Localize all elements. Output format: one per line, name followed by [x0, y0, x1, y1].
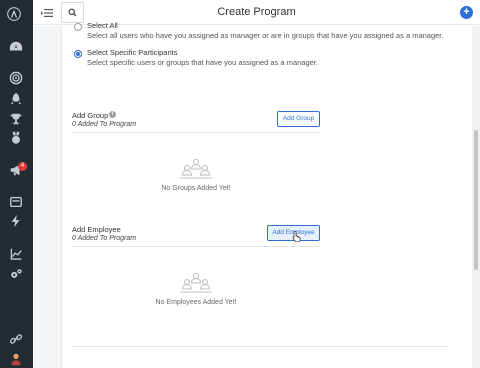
add-group-title: Add Group — [72, 111, 109, 120]
link-icon[interactable] — [9, 332, 23, 346]
trophy-icon[interactable] — [9, 112, 23, 126]
program-form — [61, 26, 472, 368]
select-specific-description: Select specific users or groups that hav… — [87, 58, 318, 67]
groups-added-count: 0 Added To Program — [72, 121, 137, 128]
target-icon[interactable] — [9, 71, 23, 85]
sidebar: 4 — [0, 0, 33, 368]
employees-empty-message: No Employees Added Yet! — [155, 299, 237, 306]
logo-icon[interactable] — [7, 7, 21, 21]
people-group-icon — [179, 158, 213, 180]
select-all-radio[interactable] — [74, 23, 82, 31]
divider — [72, 246, 320, 247]
info-icon[interactable]: i — [109, 111, 116, 118]
select-all-label: Select All — [87, 21, 118, 30]
page-title: Create Program — [217, 6, 296, 18]
divider — [72, 346, 448, 347]
content-area — [33, 26, 472, 368]
bolt-icon[interactable] — [9, 214, 23, 228]
gears-icon[interactable] — [9, 267, 23, 281]
select-specific-label: Select Specific Participants — [87, 48, 178, 57]
people-group-icon — [179, 272, 213, 294]
add-button[interactable]: + — [460, 6, 473, 19]
card-icon[interactable] — [9, 195, 23, 209]
scrollbar-thumb[interactable] — [474, 130, 478, 270]
user-avatar[interactable] — [9, 352, 23, 366]
notification-badge: 4 — [18, 162, 27, 171]
select-specific-radio[interactable] — [74, 50, 82, 58]
groups-empty-message: No Groups Added Yet! — [161, 185, 231, 192]
rocket-icon[interactable] — [9, 92, 23, 106]
chart-icon[interactable] — [9, 247, 23, 261]
divider — [72, 132, 320, 133]
medal-icon[interactable] — [9, 131, 23, 145]
select-all-description: Select all users who have you assigned a… — [87, 31, 444, 40]
add-employee-title: Add Employee — [72, 225, 121, 234]
employees-added-count: 0 Added To Program — [72, 235, 137, 242]
dashboard-icon[interactable] — [9, 40, 23, 54]
hand-cursor-icon — [292, 229, 302, 243]
add-group-button[interactable]: Add Group — [277, 111, 320, 127]
